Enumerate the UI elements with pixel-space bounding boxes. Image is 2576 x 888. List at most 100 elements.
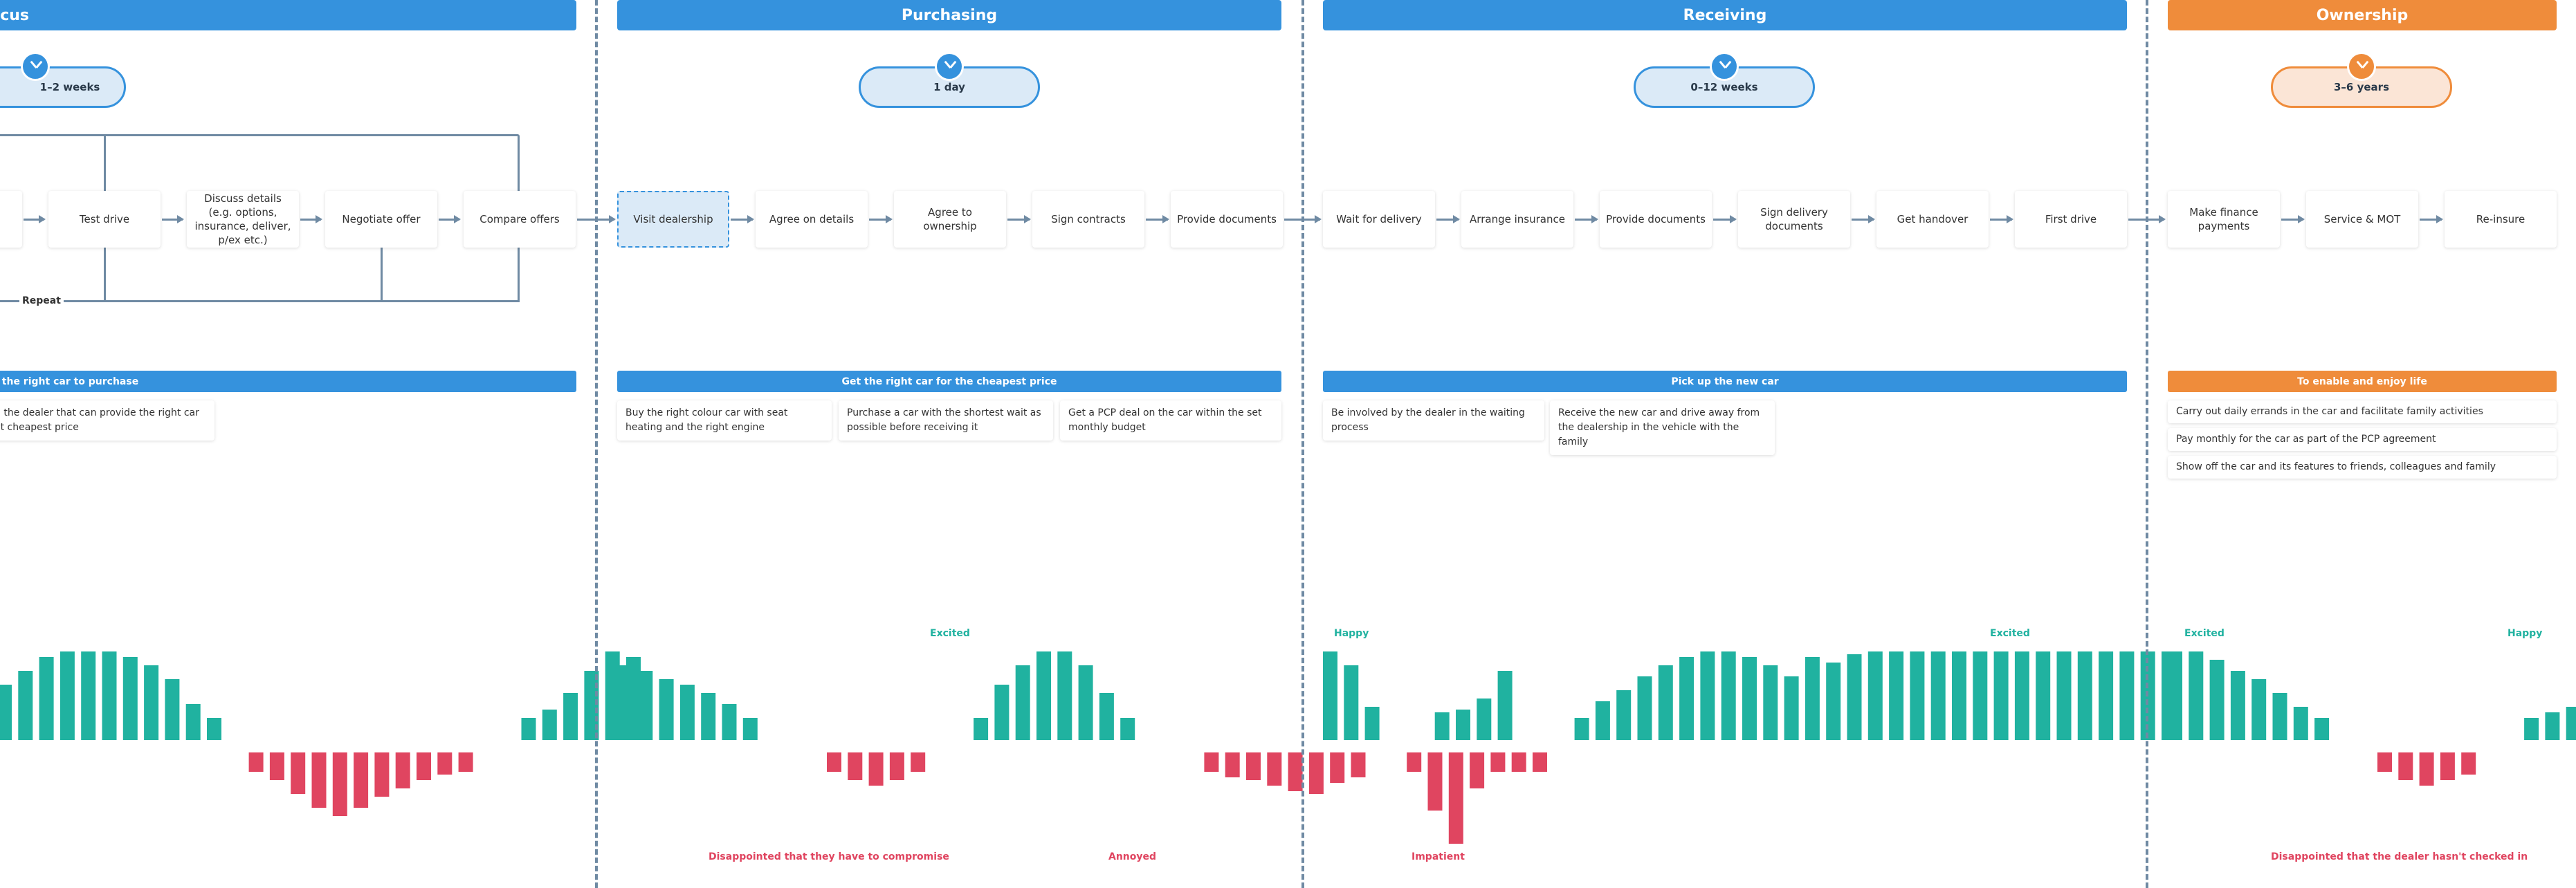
- step-label: Sign contracts: [1051, 212, 1126, 225]
- emotion-label-impatient: Impatient: [1412, 851, 1465, 862]
- step-label: Provide documents: [1177, 212, 1277, 225]
- step-sign-contracts[interactable]: Sign contracts: [1032, 191, 1144, 248]
- emotion-bar: [2314, 718, 2330, 740]
- goal-title: Pick up the new car: [1671, 376, 1779, 387]
- flow-arrow: [2128, 215, 2166, 223]
- phase-title-ownership: Ownership: [2316, 6, 2409, 24]
- emotion-bar: [1344, 665, 1359, 740]
- step-provide-documents-2[interactable]: Provide documents: [1600, 191, 1712, 248]
- step-arrange-insurance[interactable]: Arrange insurance: [1461, 191, 1573, 248]
- step-first-drive[interactable]: First drive: [2015, 191, 2127, 248]
- emotion-bar: [638, 671, 653, 740]
- emotion-bar: [1015, 665, 1030, 740]
- step-label: Get handover: [1897, 212, 1968, 225]
- emotion-bar: [974, 718, 989, 740]
- goal-detail-card: d the dealer that can provide the right …: [0, 400, 214, 441]
- emotion-bar: [1267, 752, 1282, 786]
- emotion-bar: [1308, 752, 1324, 794]
- emotion-bar: [1805, 657, 1820, 740]
- emotion-bar: [269, 752, 284, 780]
- step-discuss-details[interactable]: Discuss details (e.g. options, insurance…: [187, 191, 299, 248]
- step-label: Sign delivery documents: [1760, 205, 1828, 232]
- emotion-bar: [1973, 651, 1988, 740]
- flow-arrow: [2281, 215, 2305, 223]
- step-label: Visit dealership: [633, 212, 713, 225]
- step-service-mot[interactable]: Service & MOT: [2306, 191, 2418, 248]
- step-card[interactable]: [0, 191, 22, 248]
- emotion-bar: [1323, 651, 1337, 740]
- step-negotiate-offer[interactable]: Negotiate offer: [325, 191, 437, 248]
- emotion-bar: [458, 752, 473, 772]
- phase-divider: [595, 0, 598, 888]
- repeat-label: Repeat: [19, 295, 64, 306]
- goal-detail-card: Pay monthly for the car as part of the P…: [2168, 428, 2557, 451]
- emotion-bar: [2056, 651, 2072, 740]
- emotion-bar: [1595, 701, 1610, 740]
- step-compare-offers[interactable]: Compare offers: [464, 191, 576, 248]
- emotion-bar: [1784, 676, 1799, 740]
- emotion-bar: [2014, 651, 2029, 740]
- phase-divider: [2146, 0, 2148, 888]
- step-test-drive[interactable]: Test drive: [48, 191, 161, 248]
- emotion-bar: [848, 752, 863, 780]
- step-label: Re-insure: [2476, 212, 2525, 225]
- emotion-bar: [1763, 665, 1778, 740]
- step-label: Make finance payments: [2189, 205, 2258, 232]
- goal-detail-card: Buy the right colour car with seat heati…: [617, 400, 832, 441]
- step-label: First drive: [2045, 212, 2097, 225]
- emotion-bar: [18, 671, 33, 740]
- goal-detail-text: d the dealer that can provide the right …: [0, 407, 199, 433]
- emotion-bar: [2377, 752, 2392, 772]
- emotion-bar: [1330, 752, 1345, 783]
- step-agree-to-ownership[interactable]: Agree to ownership: [894, 191, 1006, 248]
- goal-detail-text: Purchase a car with the shortest wait as…: [847, 407, 1041, 433]
- emotion-bar: [701, 693, 716, 740]
- step-provide-documents[interactable]: Provide documents: [1171, 191, 1283, 248]
- step-label: Agree to ownership: [923, 205, 977, 232]
- step-sign-delivery-documents[interactable]: Sign delivery documents: [1738, 191, 1850, 248]
- step-label: Test drive: [79, 212, 130, 225]
- emotion-bar: [2036, 651, 2051, 740]
- step-make-finance-payments[interactable]: Make finance payments: [2168, 191, 2280, 248]
- step-wait-for-delivery[interactable]: Wait for delivery: [1323, 191, 1435, 248]
- step-visit-dealership[interactable]: Visit dealership: [617, 191, 729, 248]
- phase-header-receiving: Receiving: [1323, 0, 2127, 30]
- emotion-bar: [165, 679, 180, 740]
- flow-arrow: [1146, 215, 1169, 223]
- emotion-bar: [679, 685, 695, 740]
- emotion-bar: [248, 752, 264, 772]
- step-agree-on-details[interactable]: Agree on details: [756, 191, 868, 248]
- goal-detail-text: Receive the new car and drive away from …: [1558, 407, 1760, 447]
- emotion-bar: [2119, 651, 2135, 740]
- emotion-bar: [2545, 712, 2560, 740]
- step-get-handover[interactable]: Get handover: [1876, 191, 1989, 248]
- emotion-bar: [521, 718, 536, 740]
- emotion-bar: [1407, 752, 1422, 772]
- emotion-bar: [332, 752, 347, 816]
- flow-arrow: [2420, 215, 2443, 223]
- loop-connector-up: [104, 136, 106, 191]
- emotion-bar: [742, 718, 758, 740]
- emotion-bar: [1952, 651, 1966, 740]
- emotion-bar: [1434, 712, 1450, 740]
- emotion-bar: [185, 704, 201, 740]
- emotion-bar: [1448, 752, 1463, 844]
- emotion-bar: [542, 710, 557, 740]
- flow-arrow: [1575, 215, 1598, 223]
- emotion-bar: [2293, 707, 2308, 740]
- emotion-bar: [2524, 718, 2539, 740]
- flow-arrow: [1284, 215, 1322, 223]
- emotion-bar: [1036, 651, 1051, 740]
- goal-bar-purchasing: Get the right car for the cheapest price: [617, 371, 1281, 392]
- duration-label: 0–12 weeks: [1690, 81, 1758, 93]
- step-label: Negotiate offer: [342, 212, 421, 225]
- emotion-bar: [563, 693, 578, 740]
- emotion-label-excited: Excited: [2184, 628, 2225, 639]
- emotion-bar: [1099, 693, 1114, 740]
- emotion-bar: [2272, 693, 2287, 740]
- emotion-bar: [1658, 665, 1673, 740]
- emotion-bar: [868, 752, 884, 786]
- step-re-insure[interactable]: Re-insure: [2445, 191, 2557, 248]
- emotion-bar: [1470, 752, 1485, 788]
- emotion-bar: [2230, 671, 2245, 740]
